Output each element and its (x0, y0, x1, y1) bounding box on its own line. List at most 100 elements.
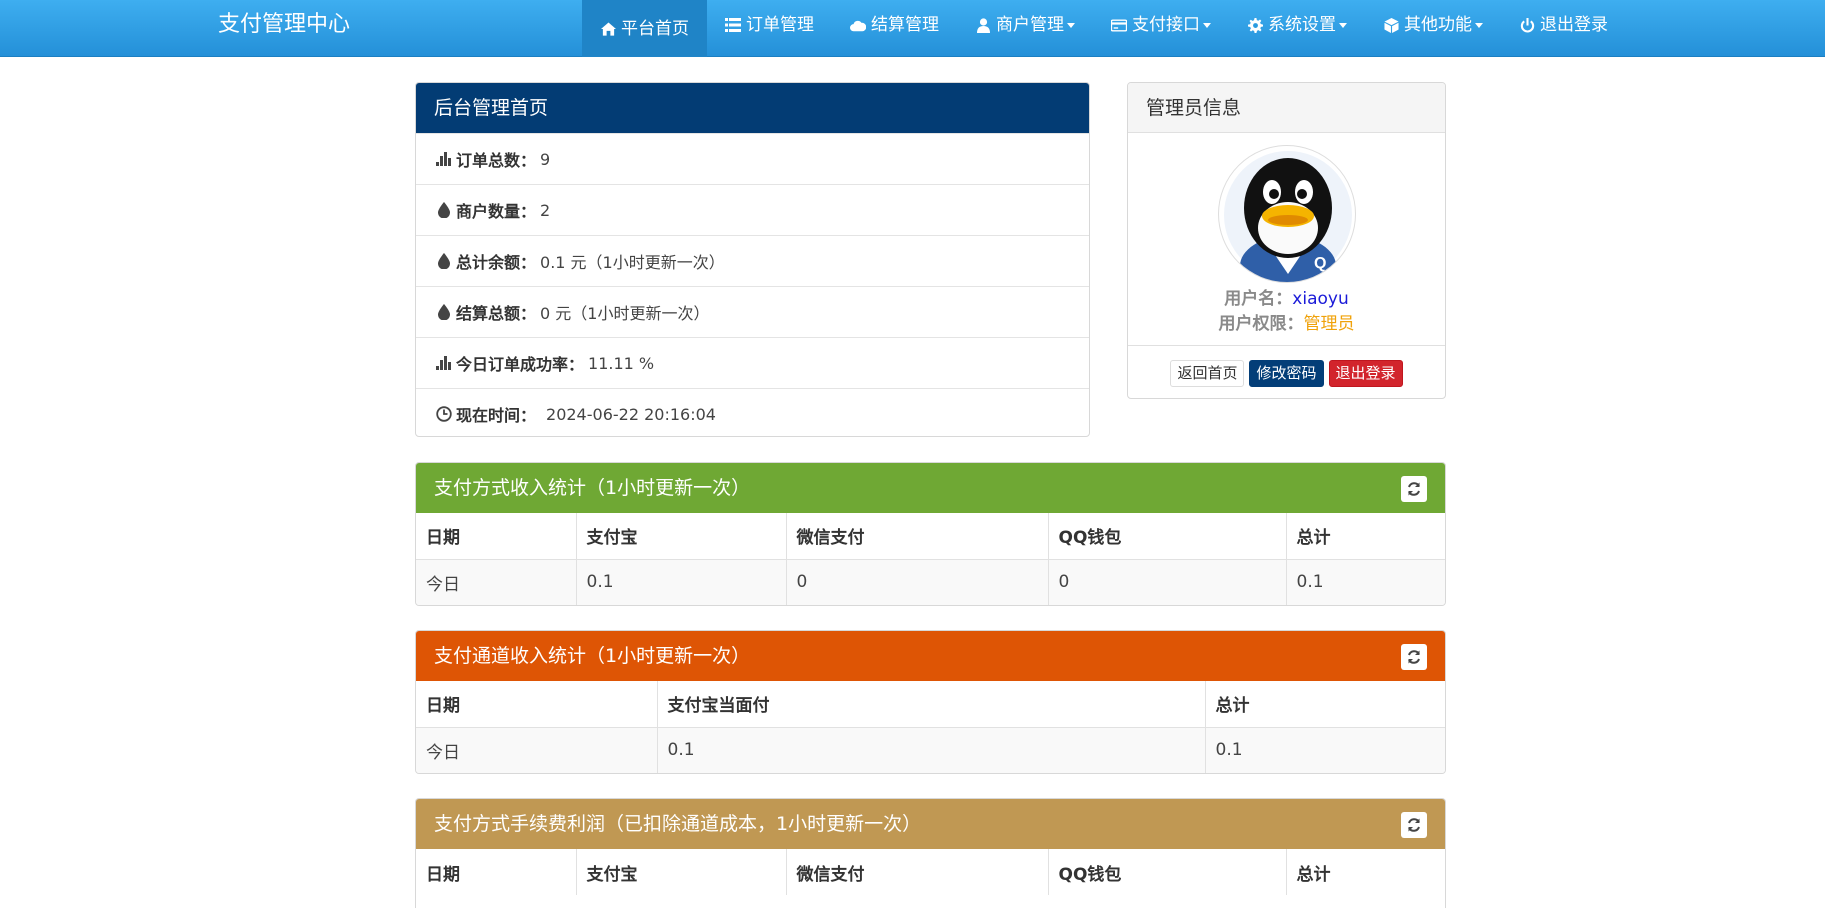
table-cell: 0.1 (576, 558, 787, 605)
stat-value: 2024-06-22 20:16:04 (546, 404, 716, 424)
refresh-icon (1408, 818, 1420, 832)
channel-table: 日期 支付宝当面付 总计 今日 0.1 0.1 (416, 681, 1445, 773)
stat-merchant-count: 商户数量： 2 (416, 184, 1089, 235)
power-icon (1519, 17, 1535, 33)
nav-home-label: 平台首页 (621, 18, 689, 39)
fee-table: 日期 支付宝 微信支付 QQ钱包 总计 (416, 849, 1445, 895)
fee-stats-panel: 支付方式手续费利润（已扣除通道成本，1小时更新一次） 日期 支付宝 微信支付 Q… (415, 798, 1446, 908)
col-alipay-f2f: 支付宝当面付 (657, 681, 1206, 727)
stat-value: 2 (540, 200, 551, 220)
username-label: 用户名： (1224, 289, 1293, 309)
col-date: 日期 (416, 849, 577, 895)
stat-label: 商户数量： (456, 202, 537, 221)
gear-icon (1247, 17, 1263, 33)
panel-title-text: 支付方式收入统计（1小时更新一次） (434, 477, 751, 499)
main-nav: 平台首页 订单管理 结算管理 商户管理 支付接口 系统设置 其他功能 退出登录 (582, 0, 1626, 57)
stats-icon (436, 151, 452, 167)
refresh-button[interactable] (1401, 644, 1427, 670)
stat-value: 0 元（1小时更新一次） (540, 304, 710, 323)
table-cell: 0.1 (657, 726, 1206, 773)
channel-stats-title: 支付通道收入统计（1小时更新一次） (416, 631, 1445, 681)
stat-label: 结算总额： (456, 304, 537, 323)
nav-logout-label: 退出登录 (1540, 15, 1608, 35)
nav-pay-interface-label: 支付接口 (1132, 15, 1200, 35)
stat-order-total: 订单总数： 9 (416, 133, 1089, 184)
refresh-icon (1408, 650, 1420, 664)
nav-system-settings-label: 系统设置 (1268, 15, 1336, 35)
stat-value: 11.11 % (588, 353, 655, 373)
nav-logout[interactable]: 退出登录 (1501, 0, 1626, 50)
table-cell: 0 (1048, 558, 1287, 605)
dashboard-panel: 后台管理首页 订单总数： 9 商户数量： 2 总计余额： 0.1 元（1小时更新… (415, 82, 1090, 437)
brand-title[interactable]: 支付管理中心 (218, 0, 350, 50)
table-cell: 今日 (416, 558, 577, 605)
user-icon (975, 17, 991, 33)
stat-total-balance: 总计余额： 0.1 元（1小时更新一次） (416, 235, 1089, 286)
refresh-button[interactable] (1401, 476, 1427, 502)
nav-other-functions[interactable]: 其他功能 (1365, 0, 1501, 50)
col-total: 总计 (1296, 864, 1331, 885)
pay-method-stats-panel: 支付方式收入统计（1小时更新一次） 日期 支付宝 微信支付 QQ钱包 总计 今日… (415, 462, 1446, 606)
col-qqwallet: QQ钱包 (1048, 849, 1287, 895)
col-qqwallet: QQ钱包 (1048, 513, 1287, 559)
col-date: 日期 (416, 513, 577, 559)
stat-value: 9 (540, 149, 551, 169)
nav-other-functions-label: 其他功能 (1404, 15, 1472, 35)
table-row: 今日 0.1 0 0 0.1 (416, 558, 1445, 605)
col-alipay: 支付宝 (576, 849, 787, 895)
refresh-icon (1408, 482, 1420, 496)
svg-text:Q: Q (1314, 255, 1326, 272)
clock-icon (436, 406, 452, 422)
tint-icon (436, 202, 452, 218)
avatar: Q (1218, 145, 1356, 283)
back-home-button[interactable]: 返回首页 (1170, 359, 1245, 387)
box-icon (1383, 17, 1399, 33)
col-wechat: 微信支付 (786, 513, 1049, 559)
role-value: 管理员 (1303, 314, 1355, 334)
nav-merchants[interactable]: 商户管理 (957, 0, 1093, 50)
chevron-down-icon (1339, 22, 1347, 28)
admin-actions: 返回首页 修改密码 退出登录 (1128, 345, 1445, 398)
col-total: 总计 (1215, 696, 1250, 717)
stat-settlement-total: 结算总额： 0 元（1小时更新一次） (416, 286, 1089, 337)
cloud-icon (850, 17, 866, 33)
top-navbar: 支付管理中心 平台首页 订单管理 结算管理 商户管理 支付接口 系统设置 其他功… (0, 0, 1825, 57)
channel-stats-panel: 支付通道收入统计（1小时更新一次） 日期 支付宝当面付 总计 今日 0.1 0.… (415, 630, 1446, 774)
pay-method-stats-title: 支付方式收入统计（1小时更新一次） (416, 463, 1445, 513)
table-row: 今日 0.1 0.1 (416, 726, 1445, 773)
nav-orders-label: 订单管理 (746, 15, 814, 35)
change-password-button[interactable]: 修改密码 (1249, 359, 1324, 387)
nav-system-settings[interactable]: 系统设置 (1229, 0, 1365, 50)
stat-success-rate: 今日订单成功率： 11.11 % (416, 337, 1089, 388)
chevron-down-icon (1203, 22, 1211, 28)
col-alipay: 支付宝 (576, 513, 787, 559)
role-label: 用户权限： (1218, 314, 1304, 334)
col-date: 日期 (416, 681, 658, 727)
credit-card-icon (1111, 17, 1127, 33)
chevron-down-icon (1475, 22, 1483, 28)
nav-pay-interface[interactable]: 支付接口 (1093, 0, 1229, 50)
table-header-row: 日期 支付宝 微信支付 QQ钱包 总计 (416, 513, 1445, 559)
panel-title-text: 支付方式手续费利润（已扣除通道成本，1小时更新一次） (434, 813, 922, 835)
admin-info-title: 管理员信息 (1128, 83, 1445, 133)
username-value: xiaoyu (1292, 289, 1349, 309)
admin-info-panel: 管理员信息 Q 用户名：xiaoyu 用户权限：管理员 返回首页 修改密码 退出… (1127, 82, 1446, 399)
table-cell: 0.1 (1286, 558, 1445, 605)
stat-label: 订单总数： (456, 151, 537, 170)
nav-home[interactable]: 平台首页 (582, 0, 707, 57)
tint-icon (436, 304, 452, 320)
dashboard-panel-title: 后台管理首页 (416, 83, 1089, 133)
table-cell: 0 (786, 558, 1049, 605)
stats-icon (436, 355, 452, 371)
nav-orders[interactable]: 订单管理 (707, 0, 832, 50)
table-cell: 0.1 (1205, 726, 1445, 773)
admin-role-line: 用户权限：管理员 (1128, 309, 1445, 334)
refresh-button[interactable] (1401, 812, 1427, 838)
fee-stats-title: 支付方式手续费利润（已扣除通道成本，1小时更新一次） (416, 799, 1445, 849)
nav-settlement[interactable]: 结算管理 (832, 0, 957, 50)
pay-method-table: 日期 支付宝 微信支付 QQ钱包 总计 今日 0.1 0 0 0.1 (416, 513, 1445, 605)
stat-label: 今日订单成功率： (456, 355, 585, 374)
stat-current-time: 现在时间： 2024-06-22 20:16:04 (416, 388, 1089, 436)
table-header-row: 日期 支付宝当面付 总计 (416, 681, 1445, 727)
logout-button[interactable]: 退出登录 (1328, 359, 1403, 387)
